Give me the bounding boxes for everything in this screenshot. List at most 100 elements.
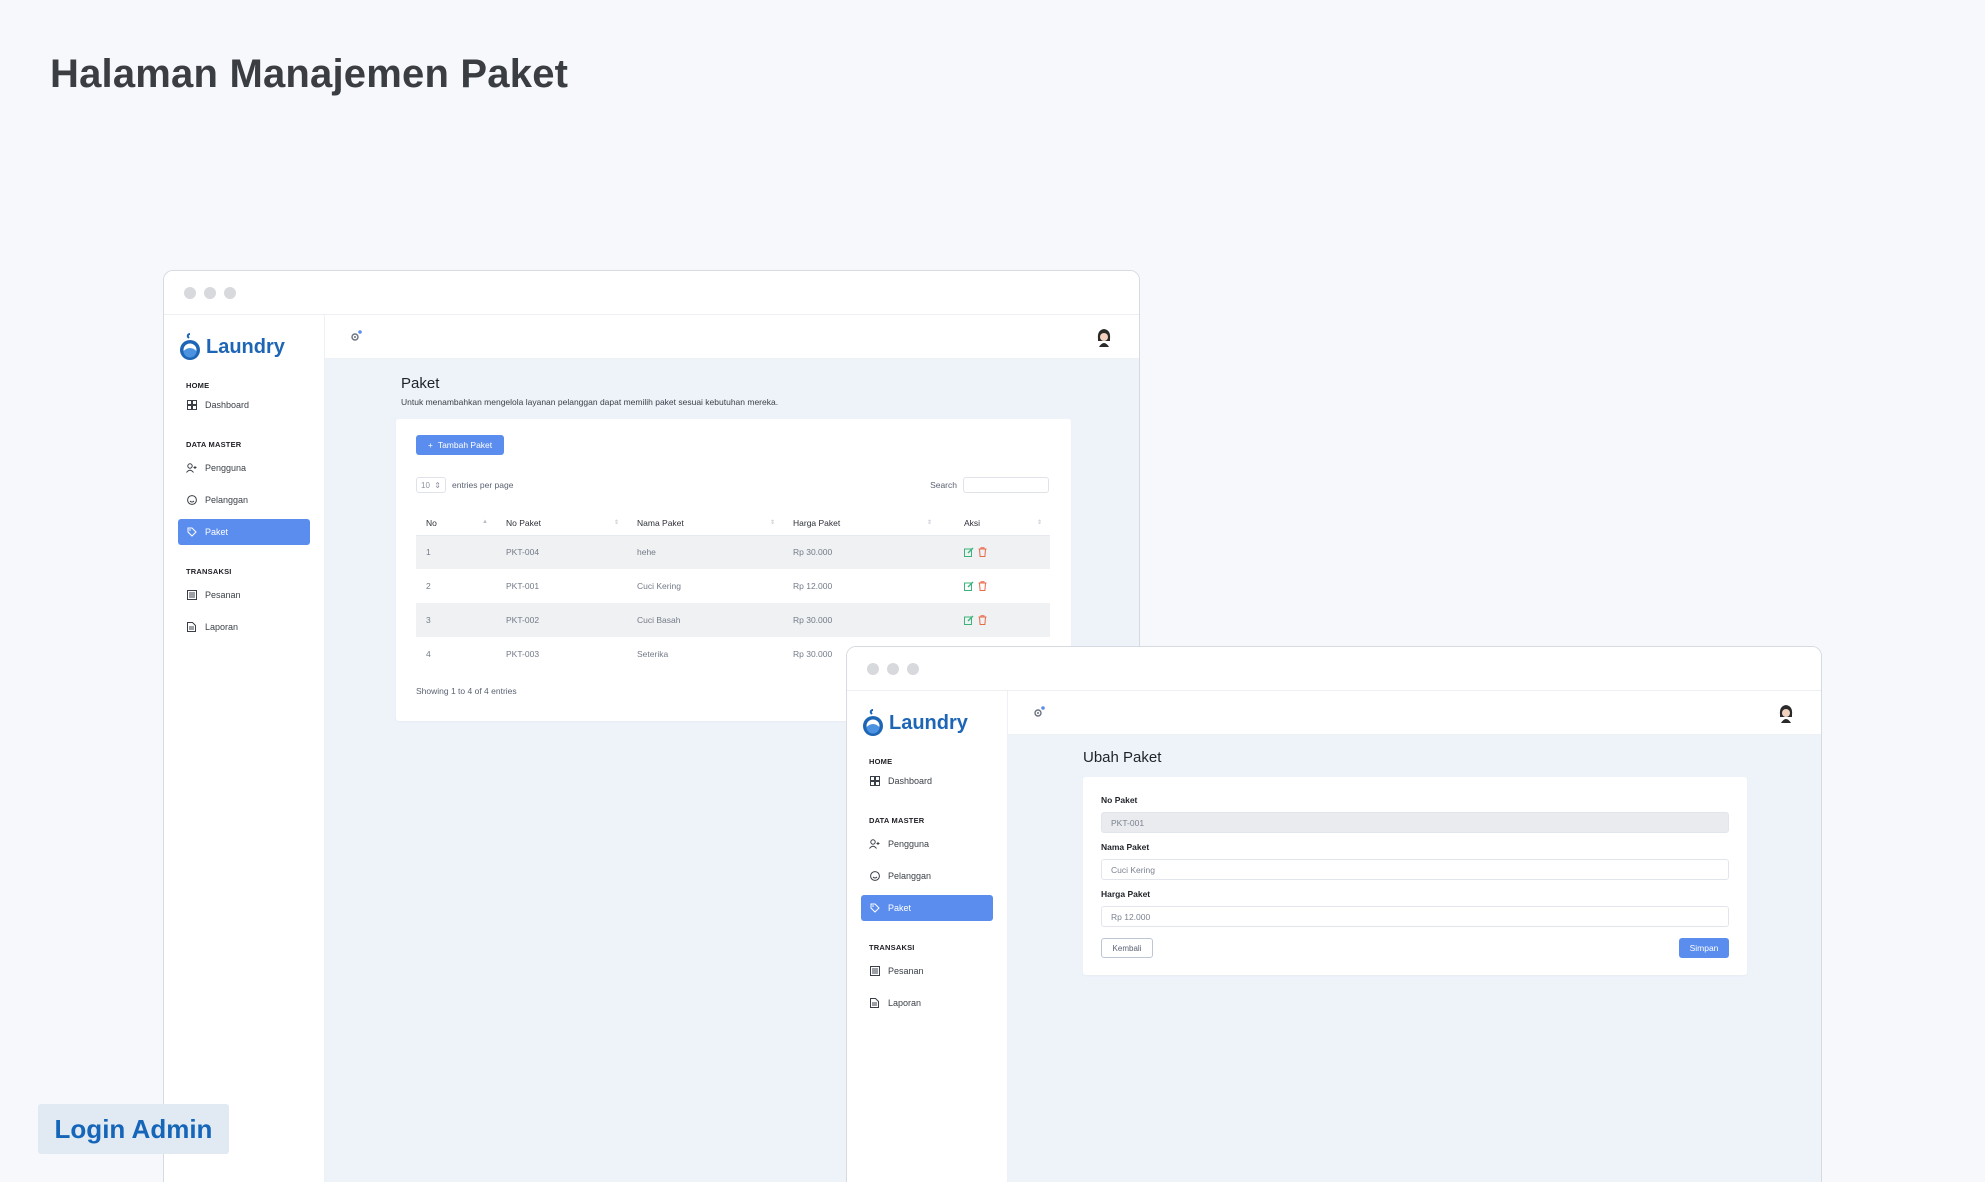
brand-name: Laundry xyxy=(889,711,968,734)
content-title: Ubah Paket xyxy=(1083,749,1162,766)
ubah-paket-window: Laundry HOME Dashboard DATA MASTER Pengg… xyxy=(846,646,1822,1182)
column-header-no-paket[interactable]: No Paket ⇕ xyxy=(496,511,627,536)
edit-icon[interactable] xyxy=(964,547,974,558)
smile-icon xyxy=(869,871,880,882)
delete-icon[interactable] xyxy=(978,615,987,625)
sidebar-item-label: Pengguna xyxy=(205,463,247,473)
sidebar-section-master: DATA MASTER xyxy=(186,440,242,449)
window-maximize-dot[interactable] xyxy=(907,662,919,675)
sidebar-item-label: Paket xyxy=(888,903,912,913)
column-header-aksi[interactable]: Aksi ⇕ xyxy=(940,511,1050,536)
add-paket-button[interactable]: + Tambah Paket xyxy=(416,435,504,455)
add-paket-label: Tambah Paket xyxy=(437,440,493,450)
window-titlebar xyxy=(164,271,1139,315)
sort-icon: ⇕ xyxy=(613,520,619,526)
sidebar-item-label: Dashboard xyxy=(205,400,250,410)
sidebar-item-pengguna[interactable]: Pengguna xyxy=(178,455,310,481)
window-minimize-dot[interactable] xyxy=(204,286,216,299)
delete-icon[interactable] xyxy=(978,581,987,591)
kembali-button[interactable]: Kembali xyxy=(1101,938,1153,958)
laundry-logo-icon xyxy=(863,709,883,736)
nama-paket-field[interactable]: Cuci Kering xyxy=(1101,859,1729,880)
file-icon xyxy=(869,998,880,1009)
sidebar-section-transaksi: TRANSAKSI xyxy=(186,567,232,576)
main-content: Ubah Paket No Paket PKT-001 Nama Paket C… xyxy=(1008,735,1821,1182)
sidebar-item-pesanan[interactable]: Pesanan xyxy=(861,958,993,984)
sort-icon: ⇕ xyxy=(926,520,932,526)
sidebar-item-label: Pengguna xyxy=(888,839,930,849)
cell-no: 3 xyxy=(416,603,496,637)
sort-arrows-icon: ⇕ xyxy=(434,480,441,490)
settings-icon[interactable] xyxy=(1032,705,1046,724)
entries-value: 10 xyxy=(421,480,430,490)
sidebar-section-home: HOME xyxy=(869,757,893,766)
tag-icon xyxy=(186,527,197,538)
user-add-icon xyxy=(186,463,197,474)
brand-logo[interactable]: Laundry xyxy=(178,327,324,367)
edit-icon[interactable] xyxy=(964,581,974,591)
avatar[interactable] xyxy=(1777,703,1795,723)
sidebar-item-laporan[interactable]: Laporan xyxy=(178,614,310,640)
cell-nama-paket: Cuci Basah xyxy=(627,603,783,637)
dashboard-icon xyxy=(869,776,880,787)
sidebar-item-pengguna[interactable]: Pengguna xyxy=(861,831,993,857)
window-close-dot[interactable] xyxy=(184,286,196,299)
sidebar-item-label: Pesanan xyxy=(888,966,924,976)
harga-paket-field[interactable]: Rp 12.000 xyxy=(1101,906,1729,927)
cell-no: 2 xyxy=(426,581,431,591)
no-paket-label: No Paket xyxy=(1101,795,1138,805)
edit-icon[interactable] xyxy=(964,615,974,625)
page-title: Halaman Manajemen Paket xyxy=(50,52,569,96)
cell-aksi xyxy=(940,535,1050,569)
cell-harga-paket: Rp 30.000 xyxy=(783,535,940,569)
cell-no: 1 xyxy=(416,535,496,569)
settings-icon[interactable] xyxy=(349,329,363,348)
avatar[interactable] xyxy=(1095,327,1113,347)
sort-icon: ⇕ xyxy=(1036,520,1042,526)
window-close-dot[interactable] xyxy=(867,662,879,675)
topbar xyxy=(1008,691,1821,735)
cell-nama-paket: Seterika xyxy=(637,649,669,659)
sidebar-item-label: Laporan xyxy=(205,622,239,632)
file-icon xyxy=(186,622,197,633)
brand-logo[interactable]: Laundry xyxy=(861,703,1007,743)
sidebar-item-paket[interactable]: Paket xyxy=(861,895,993,921)
delete-icon[interactable] xyxy=(978,547,987,558)
table-row[interactable]: 3 PKT-002 Cuci Basah Rp 30.000 xyxy=(416,603,1050,637)
brand-name: Laundry xyxy=(206,335,285,358)
window-maximize-dot[interactable] xyxy=(224,286,236,299)
search-input[interactable] xyxy=(963,477,1049,493)
laundry-logo-icon xyxy=(180,333,200,360)
column-header-harga-paket[interactable]: Harga Paket ⇕ xyxy=(783,511,940,536)
cell-harga-paket: Rp 30.000 xyxy=(783,603,940,637)
column-label: Nama Paket xyxy=(637,517,684,528)
sidebar-item-dashboard[interactable]: Dashboard xyxy=(861,768,993,794)
sidebar: Laundry HOME Dashboard DATA MASTER Pengg… xyxy=(847,691,1008,1182)
tag-icon xyxy=(869,903,880,914)
table-row[interactable]: 2 PKT-001 Cuci Kering Rp 12.000 xyxy=(416,569,1050,603)
entries-label: entries per page xyxy=(452,480,514,490)
cell-no-paket: PKT-003 xyxy=(506,649,540,659)
column-header-no[interactable]: No ▲ xyxy=(416,511,496,536)
sidebar-item-paket[interactable]: Paket xyxy=(178,519,310,545)
sidebar-item-label: Pesanan xyxy=(205,590,241,600)
sidebar-item-label: Laporan xyxy=(888,998,922,1008)
sidebar-item-laporan[interactable]: Laporan xyxy=(861,990,993,1016)
table-info: Showing 1 to 4 of 4 entries xyxy=(416,686,517,696)
sidebar-item-pesanan[interactable]: Pesanan xyxy=(178,582,310,608)
table-row[interactable]: 1 PKT-004 hehe Rp 30.000 xyxy=(416,535,1050,569)
column-header-nama-paket[interactable]: Nama Paket ⇕ xyxy=(627,511,783,536)
search-label: Search xyxy=(930,480,957,490)
simpan-button[interactable]: Simpan xyxy=(1679,938,1729,958)
column-label: No xyxy=(426,517,437,528)
window-minimize-dot[interactable] xyxy=(887,662,899,675)
sidebar-section-transaksi: TRANSAKSI xyxy=(869,943,915,952)
plus-icon: + xyxy=(427,440,433,450)
sidebar-item-pelanggan[interactable]: Pelanggan xyxy=(861,863,993,889)
smile-icon xyxy=(186,495,197,506)
entries-select[interactable]: 10 ⇕ xyxy=(416,477,446,493)
sort-icon: ▲ xyxy=(482,519,488,525)
sidebar-item-dashboard[interactable]: Dashboard xyxy=(178,392,310,418)
cell-nama-paket: Cuci Kering xyxy=(637,581,681,591)
sidebar-item-pelanggan[interactable]: Pelanggan xyxy=(178,487,310,513)
